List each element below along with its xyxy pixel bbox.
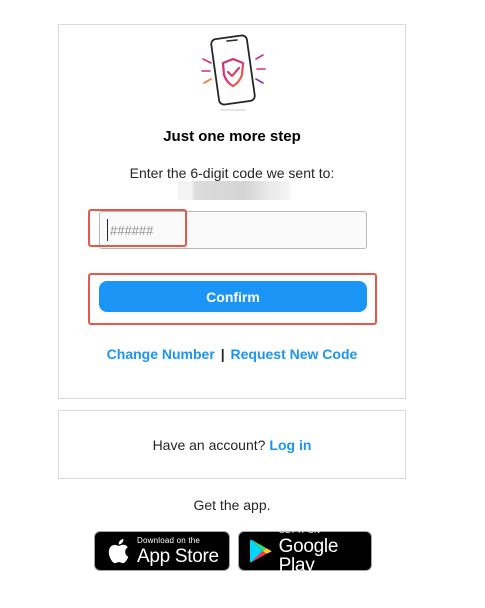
- page: Just one more step Enter the 6-digit cod…: [0, 0, 485, 608]
- phone-shield-icon: [199, 33, 269, 113]
- confirmation-code-input[interactable]: [99, 211, 367, 249]
- app-store-badge[interactable]: Download on the App Store: [94, 531, 230, 571]
- request-new-code-link[interactable]: Request New Code: [231, 346, 358, 362]
- verification-card: Just one more step Enter the 6-digit cod…: [58, 24, 406, 399]
- app-store-small-text: Download on the: [137, 535, 201, 545]
- code-actions: Change Number | Request New Code: [59, 346, 405, 362]
- login-card: Have an account? Log in: [58, 410, 406, 479]
- link-separator: |: [220, 346, 225, 362]
- google-play-icon: [247, 536, 275, 566]
- google-play-large-text: Google Play: [278, 536, 339, 576]
- change-number-link[interactable]: Change Number: [107, 346, 215, 362]
- google-play-small-text: GET IT ON: [278, 526, 321, 535]
- redacted-contact: [178, 181, 290, 200]
- google-play-badge[interactable]: GET IT ON Google Play: [238, 527, 372, 575]
- app-store-text: Download on the App Store: [137, 535, 219, 567]
- text-caret: [107, 219, 108, 241]
- apple-icon: [103, 536, 133, 566]
- get-app-text: Get the app.: [193, 497, 271, 513]
- page-title: Just one more step: [163, 128, 301, 145]
- app-store-large-text: App Store: [137, 545, 219, 567]
- login-link[interactable]: Log in: [269, 437, 311, 453]
- google-play-text: GET IT ON Google Play: [278, 526, 371, 576]
- confirm-button[interactable]: Confirm: [99, 281, 367, 312]
- have-account-text: Have an account?: [152, 436, 266, 453]
- code-instruction: Enter the 6-digit code we sent to:: [129, 165, 335, 181]
